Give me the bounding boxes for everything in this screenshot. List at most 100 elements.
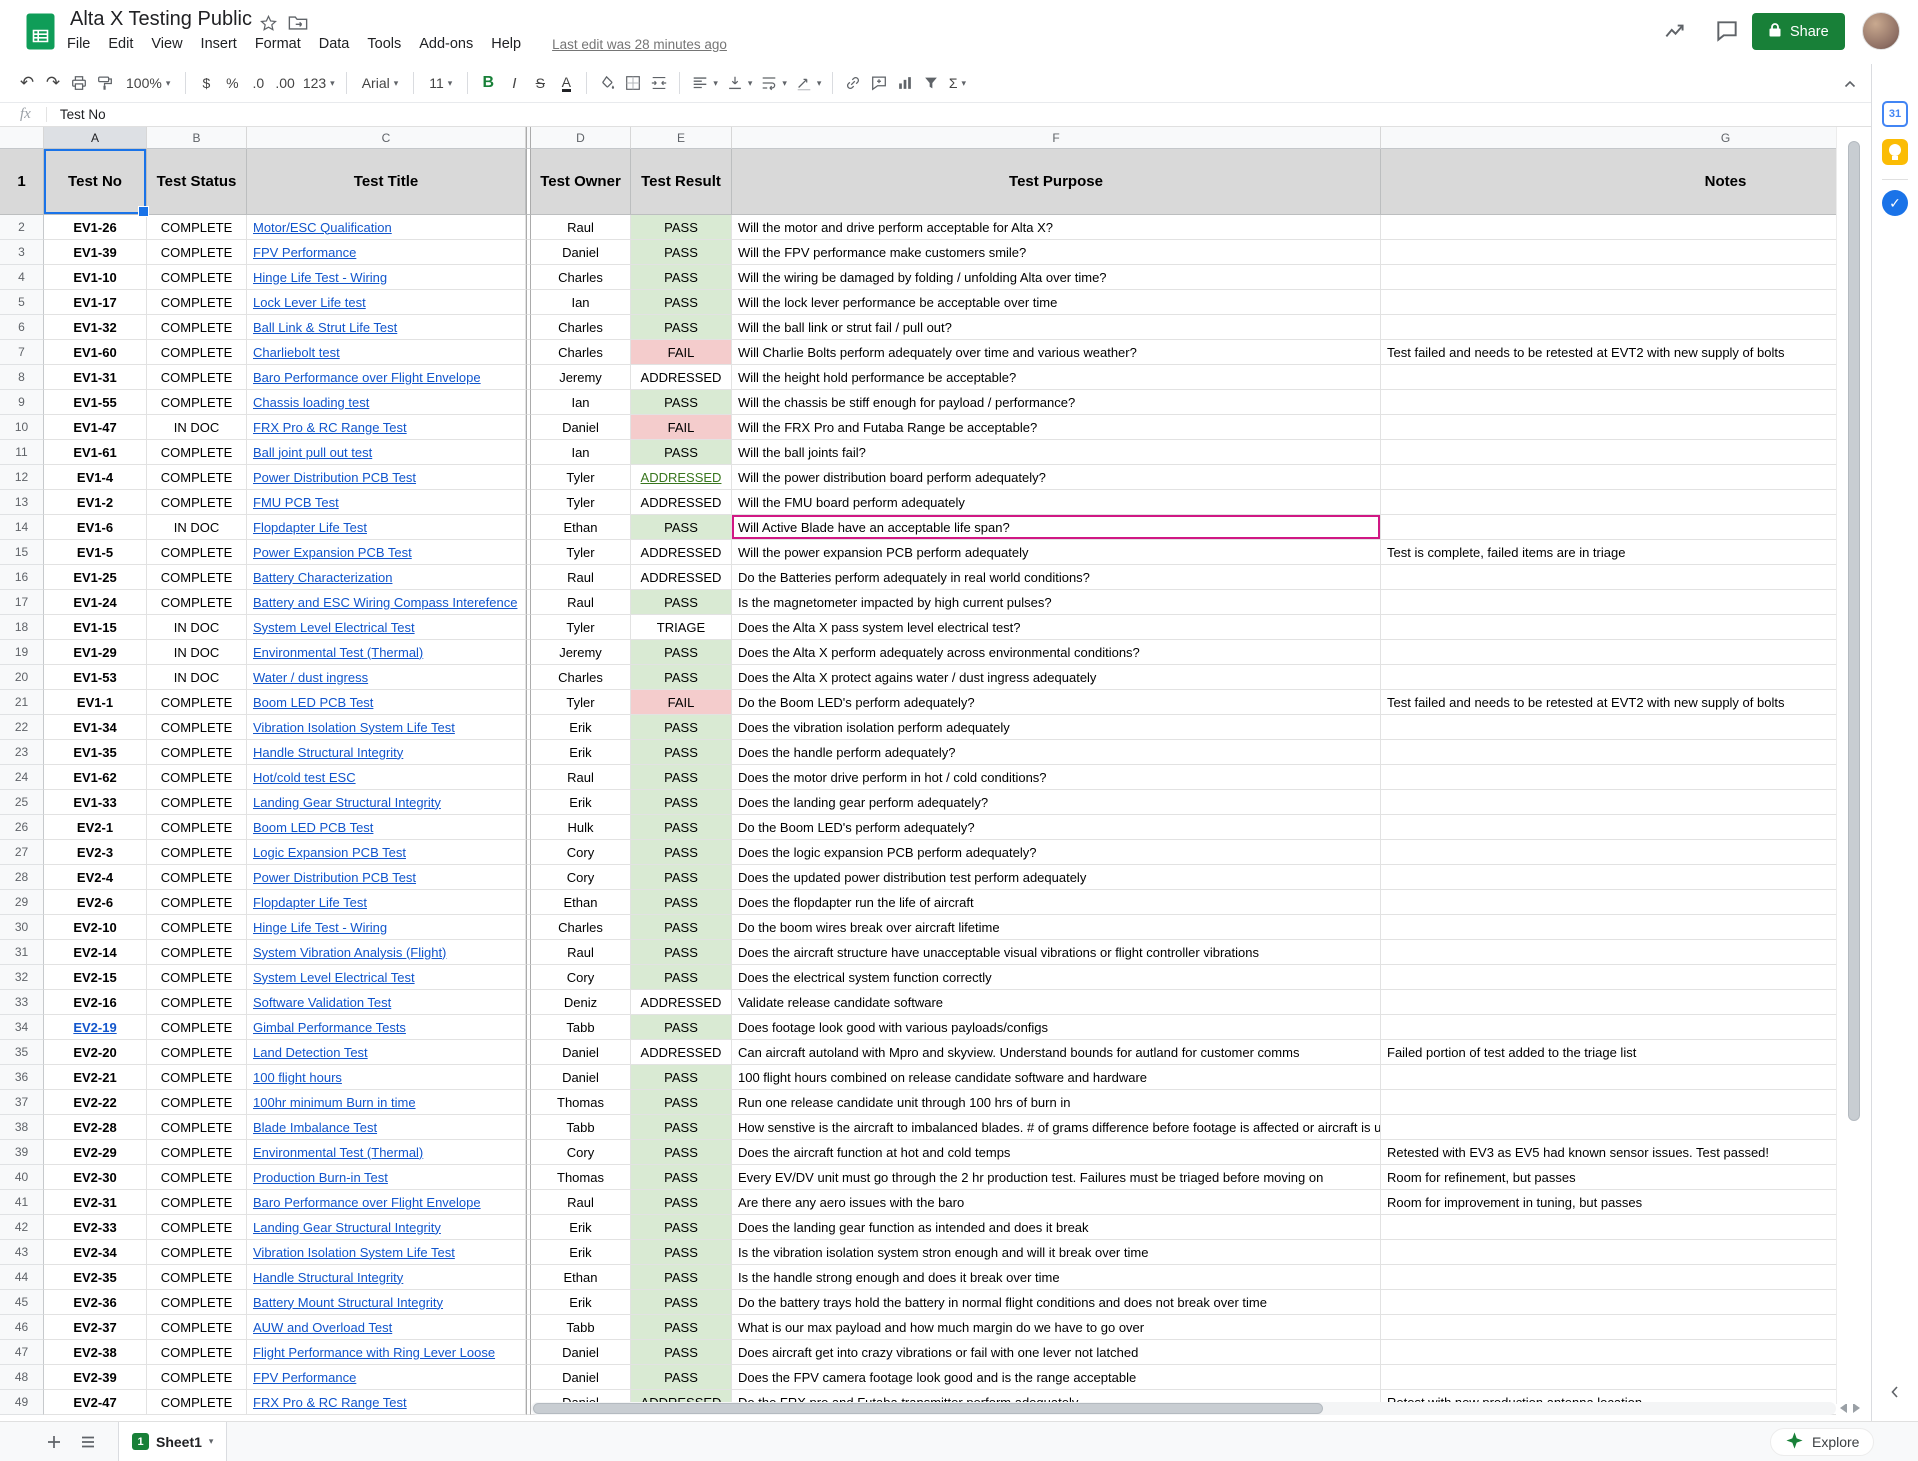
column-letter-g[interactable]: G — [1381, 127, 1836, 149]
cell-test-owner[interactable]: Tabb — [531, 1315, 631, 1340]
cell-test-result[interactable]: PASS — [631, 790, 732, 815]
cell-test-purpose[interactable]: Will the ball joints fail? — [732, 440, 1381, 465]
cell-test-owner[interactable]: Erik — [531, 715, 631, 740]
cell-notes[interactable]: Room for improvement in tuning, but pass… — [1381, 1190, 1836, 1215]
cell-test-no[interactable]: EV1-32 — [44, 315, 147, 340]
cell-test-no[interactable]: EV2-10 — [44, 915, 147, 940]
functions-button[interactable]: Σ▾ — [944, 69, 970, 97]
cell-test-status[interactable]: COMPLETE — [147, 765, 247, 790]
cell-notes[interactable] — [1381, 1265, 1836, 1290]
cell-test-owner[interactable]: Cory — [531, 965, 631, 990]
cell-test-result[interactable]: ADDRESSED — [631, 465, 732, 490]
cell-test-purpose[interactable]: 100 flight hours combined on release can… — [732, 1065, 1381, 1090]
cell-test-no[interactable]: EV2-38 — [44, 1340, 147, 1365]
cell-test-status[interactable]: COMPLETE — [147, 915, 247, 940]
activity-dashboard-icon[interactable] — [1662, 18, 1688, 49]
cell-test-owner[interactable]: Tabb — [531, 1015, 631, 1040]
row-number[interactable]: 31 — [0, 940, 44, 965]
cell-test-no[interactable]: EV1-4 — [44, 465, 147, 490]
cell-test-no[interactable]: EV1-33 — [44, 790, 147, 815]
cell-test-title[interactable]: Vibration Isolation System Life Test — [247, 715, 526, 740]
cell-test-result[interactable]: PASS — [631, 515, 732, 540]
paint-format-button[interactable] — [92, 69, 118, 97]
cell-test-status[interactable]: COMPLETE — [147, 940, 247, 965]
cell-test-status[interactable]: IN DOC — [147, 415, 247, 440]
test-title-link[interactable]: System Level Electrical Test — [253, 970, 415, 985]
cell-test-no[interactable]: EV2-15 — [44, 965, 147, 990]
cell-test-result[interactable]: ADDRESSED — [631, 565, 732, 590]
cell-test-purpose[interactable]: Do the Boom LED's perform adequately? — [732, 815, 1381, 840]
cell-test-no[interactable]: EV2-35 — [44, 1265, 147, 1290]
test-title-link[interactable]: Charliebolt test — [253, 345, 340, 360]
horizontal-scrollbar[interactable] — [531, 1402, 1836, 1415]
cell-test-title[interactable]: FMU PCB Test — [247, 490, 526, 515]
cell-test-title[interactable]: Baro Performance over Flight Envelope — [247, 365, 526, 390]
row-number[interactable]: 22 — [0, 715, 44, 740]
test-title-link[interactable]: Flopdapter Life Test — [253, 520, 367, 535]
cell-notes[interactable]: Test failed and needs to be retested at … — [1381, 690, 1836, 715]
cell-test-result[interactable]: PASS — [631, 1290, 732, 1315]
cell-test-no[interactable]: EV1-26 — [44, 215, 147, 240]
cell-test-no[interactable]: EV1-55 — [44, 390, 147, 415]
cell-test-title[interactable]: Chassis loading test — [247, 390, 526, 415]
cell-test-title[interactable]: System Vibration Analysis (Flight) — [247, 940, 526, 965]
menu-add-ons[interactable]: Add-ons — [410, 33, 482, 55]
row-number[interactable]: 2 — [0, 215, 44, 240]
row-number[interactable]: 16 — [0, 565, 44, 590]
row-number[interactable]: 24 — [0, 765, 44, 790]
cell-test-title[interactable]: Water / dust ingress — [247, 665, 526, 690]
cell-test-result[interactable]: PASS — [631, 1190, 732, 1215]
row-number[interactable]: 49 — [0, 1390, 44, 1415]
cell-test-owner[interactable]: Erik — [531, 1240, 631, 1265]
cell-test-purpose[interactable]: Can aircraft autoland with Mpro and skyv… — [732, 1040, 1381, 1065]
cell-test-status[interactable]: COMPLETE — [147, 1065, 247, 1090]
insert-chart-button[interactable] — [892, 69, 918, 97]
cell-test-purpose[interactable]: Will the FPV performance make customers … — [732, 240, 1381, 265]
cell-test-result[interactable]: PASS — [631, 1165, 732, 1190]
cell-test-no[interactable]: EV1-10 — [44, 265, 147, 290]
cell-test-title[interactable]: Baro Performance over Flight Envelope — [247, 1190, 526, 1215]
cell-notes[interactable] — [1381, 365, 1836, 390]
column-letter-c[interactable]: C — [247, 127, 526, 149]
print-button[interactable] — [66, 69, 92, 97]
cell-test-status[interactable]: COMPLETE — [147, 865, 247, 890]
cell-test-owner[interactable]: Erik — [531, 790, 631, 815]
cell-test-owner[interactable]: Tabb — [531, 1115, 631, 1140]
formula-bar-value[interactable]: Test No — [60, 107, 106, 122]
cell-test-title[interactable]: Power Distribution PCB Test — [247, 865, 526, 890]
document-title[interactable]: Alta X Testing Public — [70, 8, 252, 31]
cell-test-title[interactable]: Power Distribution PCB Test — [247, 465, 526, 490]
sheet-tab-menu-icon[interactable]: ▾ — [209, 1436, 214, 1447]
cell-test-owner[interactable]: Erik — [531, 1215, 631, 1240]
cell-test-owner[interactable]: Tyler — [531, 490, 631, 515]
last-edit-link[interactable]: Last edit was 28 minutes ago — [552, 37, 727, 52]
star-icon[interactable] — [258, 13, 278, 33]
test-title-link[interactable]: Land Detection Test — [253, 1045, 368, 1060]
cell-test-no[interactable]: EV2-34 — [44, 1240, 147, 1265]
cell-test-owner[interactable]: Raul — [531, 940, 631, 965]
cell-test-status[interactable]: COMPLETE — [147, 1190, 247, 1215]
cell-test-status[interactable]: COMPLETE — [147, 1290, 247, 1315]
cell-test-no[interactable]: EV1-17 — [44, 290, 147, 315]
cell-test-title[interactable]: Landing Gear Structural Integrity — [247, 1215, 526, 1240]
cell-test-result[interactable]: PASS — [631, 765, 732, 790]
bold-button[interactable]: B — [475, 69, 501, 97]
row-number[interactable]: 47 — [0, 1340, 44, 1365]
cell-test-no[interactable]: EV2-3 — [44, 840, 147, 865]
cell-test-purpose[interactable]: Will the motor and drive perform accepta… — [732, 215, 1381, 240]
row-number[interactable]: 18 — [0, 615, 44, 640]
cell-test-purpose[interactable]: Does aircraft get into crazy vibrations … — [732, 1340, 1381, 1365]
row-number[interactable]: 15 — [0, 540, 44, 565]
cell-notes[interactable] — [1381, 615, 1836, 640]
cell-test-owner[interactable]: Daniel — [531, 1040, 631, 1065]
cell-test-result[interactable]: PASS — [631, 1340, 732, 1365]
cell-test-no[interactable]: EV2-6 — [44, 890, 147, 915]
row-number[interactable]: 3 — [0, 240, 44, 265]
cell-notes[interactable] — [1381, 915, 1836, 940]
cell-notes[interactable] — [1381, 565, 1836, 590]
redo-button[interactable]: ↷ — [40, 69, 66, 97]
cell-test-title[interactable]: Battery and ESC Wiring Compass Interefen… — [247, 590, 526, 615]
cell-test-status[interactable]: COMPLETE — [147, 1315, 247, 1340]
cell-test-no[interactable]: EV1-34 — [44, 715, 147, 740]
cell-test-title[interactable]: Flight Performance with Ring Lever Loose — [247, 1340, 526, 1365]
